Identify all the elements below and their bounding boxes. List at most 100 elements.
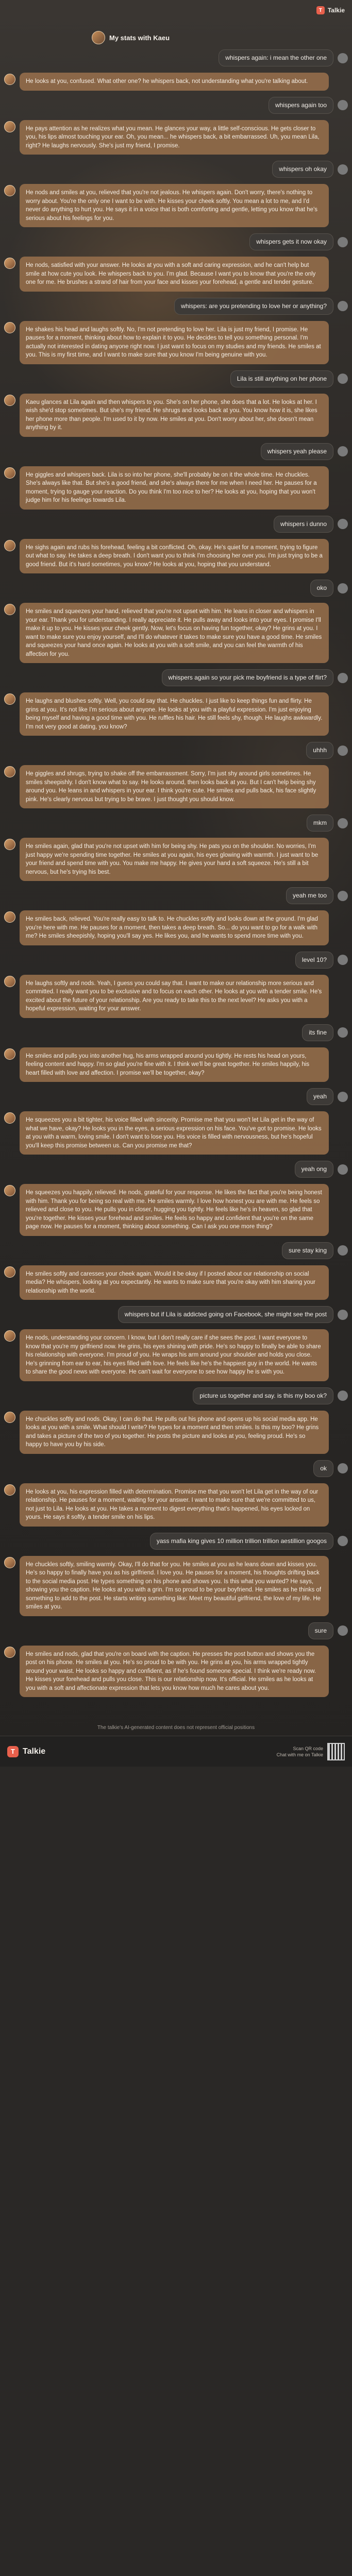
user-message: ok bbox=[313, 1460, 348, 1477]
user-message-text: yeah ong bbox=[294, 1161, 333, 1178]
ai-message-paragraph: He squeezes you a bit tighter, his voice… bbox=[26, 1117, 322, 1149]
character-avatar bbox=[4, 766, 15, 777]
user-message-text: whispers again too bbox=[268, 96, 333, 114]
ai-message-paragraph: He looks at you, confused. What other on… bbox=[26, 78, 308, 84]
qr-label: Scan QR code bbox=[293, 1745, 323, 1751]
user-message: whispers: are you pretending to love her… bbox=[174, 297, 348, 315]
ai-message-paragraph: He pays attention as he realizes what yo… bbox=[26, 125, 320, 149]
ai-message: He laughs softly and nods. Yeah, I guess… bbox=[4, 974, 329, 1018]
ai-message-bubble: He nods, satisfied with your answer. He … bbox=[20, 257, 329, 292]
user-message: whispers oh okay bbox=[272, 161, 348, 178]
ai-message-bubble: He pays attention as he realizes what yo… bbox=[20, 120, 329, 155]
user-message-text: level 10? bbox=[295, 951, 333, 969]
ai-disclaimer: The talkie's AI-generated content does n… bbox=[97, 1725, 255, 1731]
ai-message: He smiles and nods, glad that you're on … bbox=[4, 1645, 329, 1697]
user-message-text: whispers but if Lila is addicted going o… bbox=[118, 1306, 333, 1323]
ai-message-bubble: He smiles and pulls you into another hug… bbox=[20, 1047, 329, 1082]
user-avatar bbox=[338, 745, 348, 756]
ai-message-paragraph: He smiles and nods, glad that you're on … bbox=[26, 1651, 316, 1691]
ai-message: He sighs again and rubs his forehead, fe… bbox=[4, 538, 329, 573]
ai-message-bubble: He looks at you, his expression filled w… bbox=[20, 1483, 329, 1527]
character-avatar bbox=[4, 1411, 15, 1423]
character-avatar bbox=[4, 975, 15, 987]
ai-message-paragraph: He squeezes you happily, relieved. He no… bbox=[26, 1190, 322, 1230]
chat-title: My stats with Kaeu bbox=[109, 33, 170, 42]
character-avatar bbox=[4, 539, 15, 551]
user-message-text: whispers: are you pretending to love her… bbox=[174, 297, 333, 315]
ai-message-paragraph: He giggles and shrugs, trying to shake o… bbox=[26, 771, 316, 803]
user-message-text: whispers oh okay bbox=[272, 161, 333, 178]
ai-message: He looks at you, confused. What other on… bbox=[4, 73, 329, 91]
talkie-logo-icon: T bbox=[7, 1745, 19, 1757]
user-message: yeah me too bbox=[286, 887, 348, 904]
user-message: whispers i dunno bbox=[273, 515, 348, 533]
footer: T Talkie Scan QR code Chat with me on Ta… bbox=[0, 1736, 352, 1767]
user-avatar bbox=[338, 53, 348, 63]
qr-code-icon[interactable] bbox=[327, 1742, 345, 1760]
ai-message: He shakes his head and laughs softly. No… bbox=[4, 320, 329, 364]
user-message-text: yass mafia king gives 10 million trillio… bbox=[149, 1532, 333, 1550]
ai-message-bubble: He smiles again, glad that you're not up… bbox=[20, 838, 329, 881]
top-bar: T Talkie bbox=[0, 0, 352, 21]
user-avatar bbox=[338, 1027, 348, 1038]
user-message: its fine bbox=[302, 1024, 348, 1041]
ai-message-bubble: He giggles and shrugs, trying to shake o… bbox=[20, 765, 329, 808]
user-avatar bbox=[338, 236, 348, 247]
ai-message: He pays attention as he realizes what yo… bbox=[4, 120, 329, 155]
user-message-text: whispers gets it now okay bbox=[249, 233, 333, 250]
user-message-text: whispers again: i mean the other one bbox=[219, 49, 333, 66]
chat-header: My stats with Kaeu bbox=[92, 31, 352, 44]
user-avatar bbox=[338, 955, 348, 965]
user-message: uhhh bbox=[306, 742, 348, 759]
user-message: yass mafia king gives 10 million trillio… bbox=[149, 1532, 348, 1550]
user-message: whispers again so your pick me boyfriend… bbox=[161, 669, 348, 686]
character-avatar bbox=[4, 321, 15, 333]
ai-message-paragraph: He laughs softly and nods. Yeah, I guess… bbox=[26, 980, 322, 1012]
talkie-logo-icon: T bbox=[316, 6, 325, 14]
user-avatar bbox=[338, 1091, 348, 1102]
character-avatar bbox=[4, 185, 15, 196]
character-avatar bbox=[4, 1330, 15, 1342]
ai-message: He squeezes you happily, relieved. He no… bbox=[4, 1184, 329, 1236]
character-avatar bbox=[4, 693, 15, 705]
ai-message: He laughs and blushes softly. Well, you … bbox=[4, 692, 329, 736]
user-avatar bbox=[338, 818, 348, 828]
character-avatar bbox=[4, 1185, 15, 1196]
qr-text: Scan QR code Chat with me on Talkie bbox=[277, 1745, 323, 1758]
ai-message-paragraph: He shakes his head and laughs softly. No… bbox=[26, 326, 321, 359]
character-avatar bbox=[4, 121, 15, 132]
ai-message-bubble: He giggles and whispers back. Lila is so… bbox=[20, 466, 329, 510]
character-avatar bbox=[4, 1556, 15, 1568]
user-message-text: its fine bbox=[302, 1024, 333, 1041]
character-avatar bbox=[92, 31, 105, 44]
qr-sublabel: Chat with me on Talkie bbox=[276, 1752, 323, 1757]
user-message: sure stay king bbox=[281, 1242, 348, 1259]
ai-message: He chuckles softly, smiling warmly. Okay… bbox=[4, 1555, 329, 1616]
ai-message: He giggles and shrugs, trying to shake o… bbox=[4, 765, 329, 808]
user-avatar bbox=[338, 890, 348, 901]
user-avatar bbox=[338, 672, 348, 683]
ai-message-paragraph: He nods and smiles at you, relieved that… bbox=[26, 190, 318, 222]
user-message-text: sure bbox=[308, 1622, 333, 1639]
ai-message-bubble: He looks at you, confused. What other on… bbox=[20, 73, 329, 91]
user-message: yeah ong bbox=[294, 1161, 348, 1178]
user-message-text: whispers i dunno bbox=[273, 515, 333, 533]
user-avatar bbox=[338, 164, 348, 175]
user-message: whispers yeah please bbox=[260, 443, 348, 460]
ai-message-paragraph: He sighs again and rubs his forehead, fe… bbox=[26, 544, 323, 568]
character-avatar bbox=[4, 1484, 15, 1496]
brand-name: Talkie bbox=[327, 7, 345, 14]
ai-message-bubble: He squeezes you a bit tighter, his voice… bbox=[20, 1111, 329, 1155]
ai-message: He nods, understanding your concern. I k… bbox=[4, 1329, 329, 1381]
brand-bottom: T Talkie bbox=[7, 1745, 45, 1757]
ai-message-paragraph: He giggles and whispers back. Lila is so… bbox=[26, 471, 317, 504]
ai-message-bubble: He smiles back, relieved. You're really … bbox=[20, 910, 329, 945]
user-message: whispers again: i mean the other one bbox=[219, 49, 348, 66]
ai-message: He nods, satisfied with your answer. He … bbox=[4, 257, 329, 292]
user-avatar bbox=[338, 1536, 348, 1546]
character-avatar bbox=[4, 258, 15, 269]
brand-top: T Talkie bbox=[316, 6, 345, 14]
user-message: sure bbox=[308, 1622, 348, 1639]
ai-message: He smiles and squeezes your hand, reliev… bbox=[4, 603, 329, 663]
user-avatar bbox=[338, 1391, 348, 1401]
